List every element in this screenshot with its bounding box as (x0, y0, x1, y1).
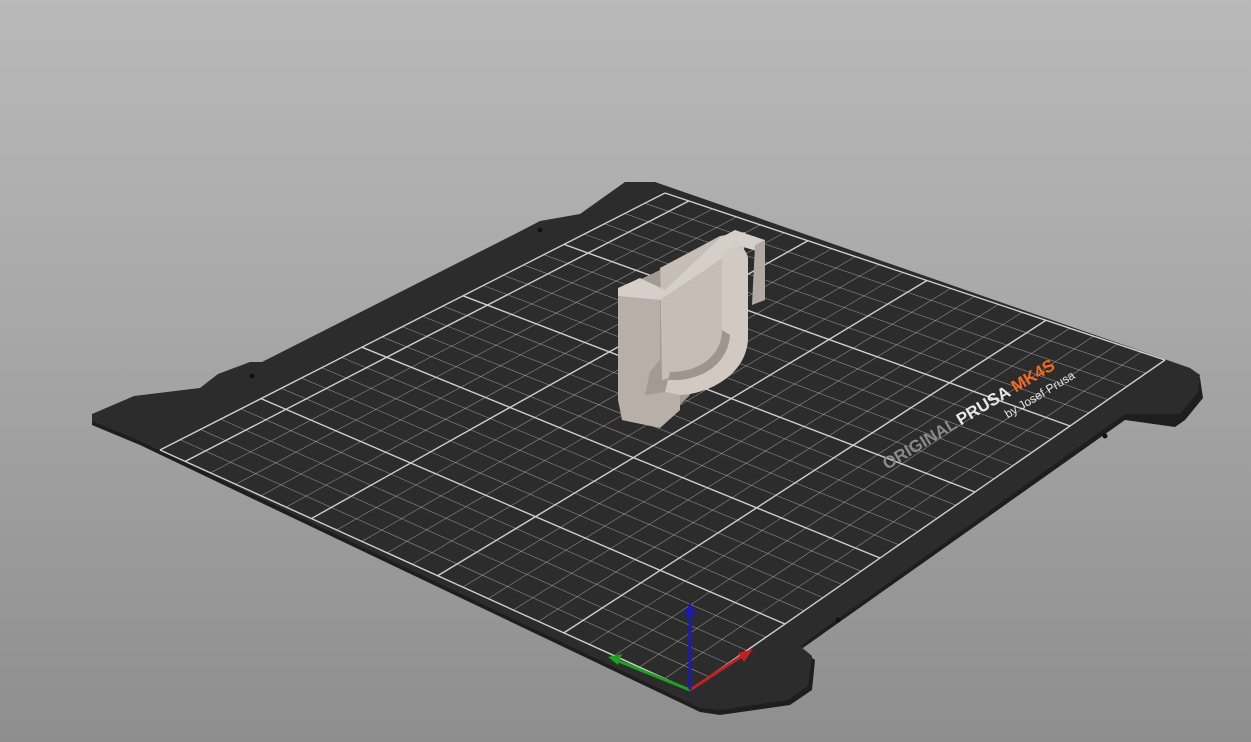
print-bed: ORIGINAL PRUSA MK4S by Josef Prusa (92, 182, 1203, 715)
bed-sheet (92, 182, 1200, 710)
3d-viewport[interactable]: ORIGINAL PRUSA MK4S by Josef Prusa (0, 0, 1251, 742)
scene-canvas[interactable]: ORIGINAL PRUSA MK4S by Josef Prusa (0, 0, 1251, 742)
